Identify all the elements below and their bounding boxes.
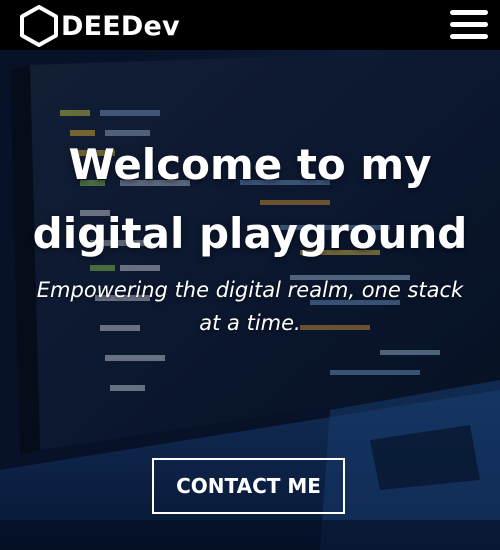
menu-bar	[450, 10, 488, 15]
hexagon-icon	[20, 5, 58, 47]
hero-title: Welcome to my digital playground	[32, 140, 468, 258]
page: DEEDev Welcome to my digital playground …	[0, 0, 500, 550]
brand-link[interactable]: DEEDev	[18, 4, 180, 48]
hamburger-menu-icon[interactable]	[450, 8, 488, 42]
menu-bar	[450, 22, 488, 27]
hero-section: Welcome to my digital playground Empower…	[0, 50, 500, 550]
brand-name: DEEDev	[61, 10, 180, 42]
hero-subtitle: Empowering the digital realm, one stack …	[36, 278, 464, 335]
hero-content: Welcome to my digital playground Empower…	[0, 50, 500, 340]
navbar: DEEDev	[0, 0, 500, 50]
menu-bar	[450, 34, 488, 39]
contact-me-button[interactable]: CONTACT ME	[152, 458, 345, 514]
